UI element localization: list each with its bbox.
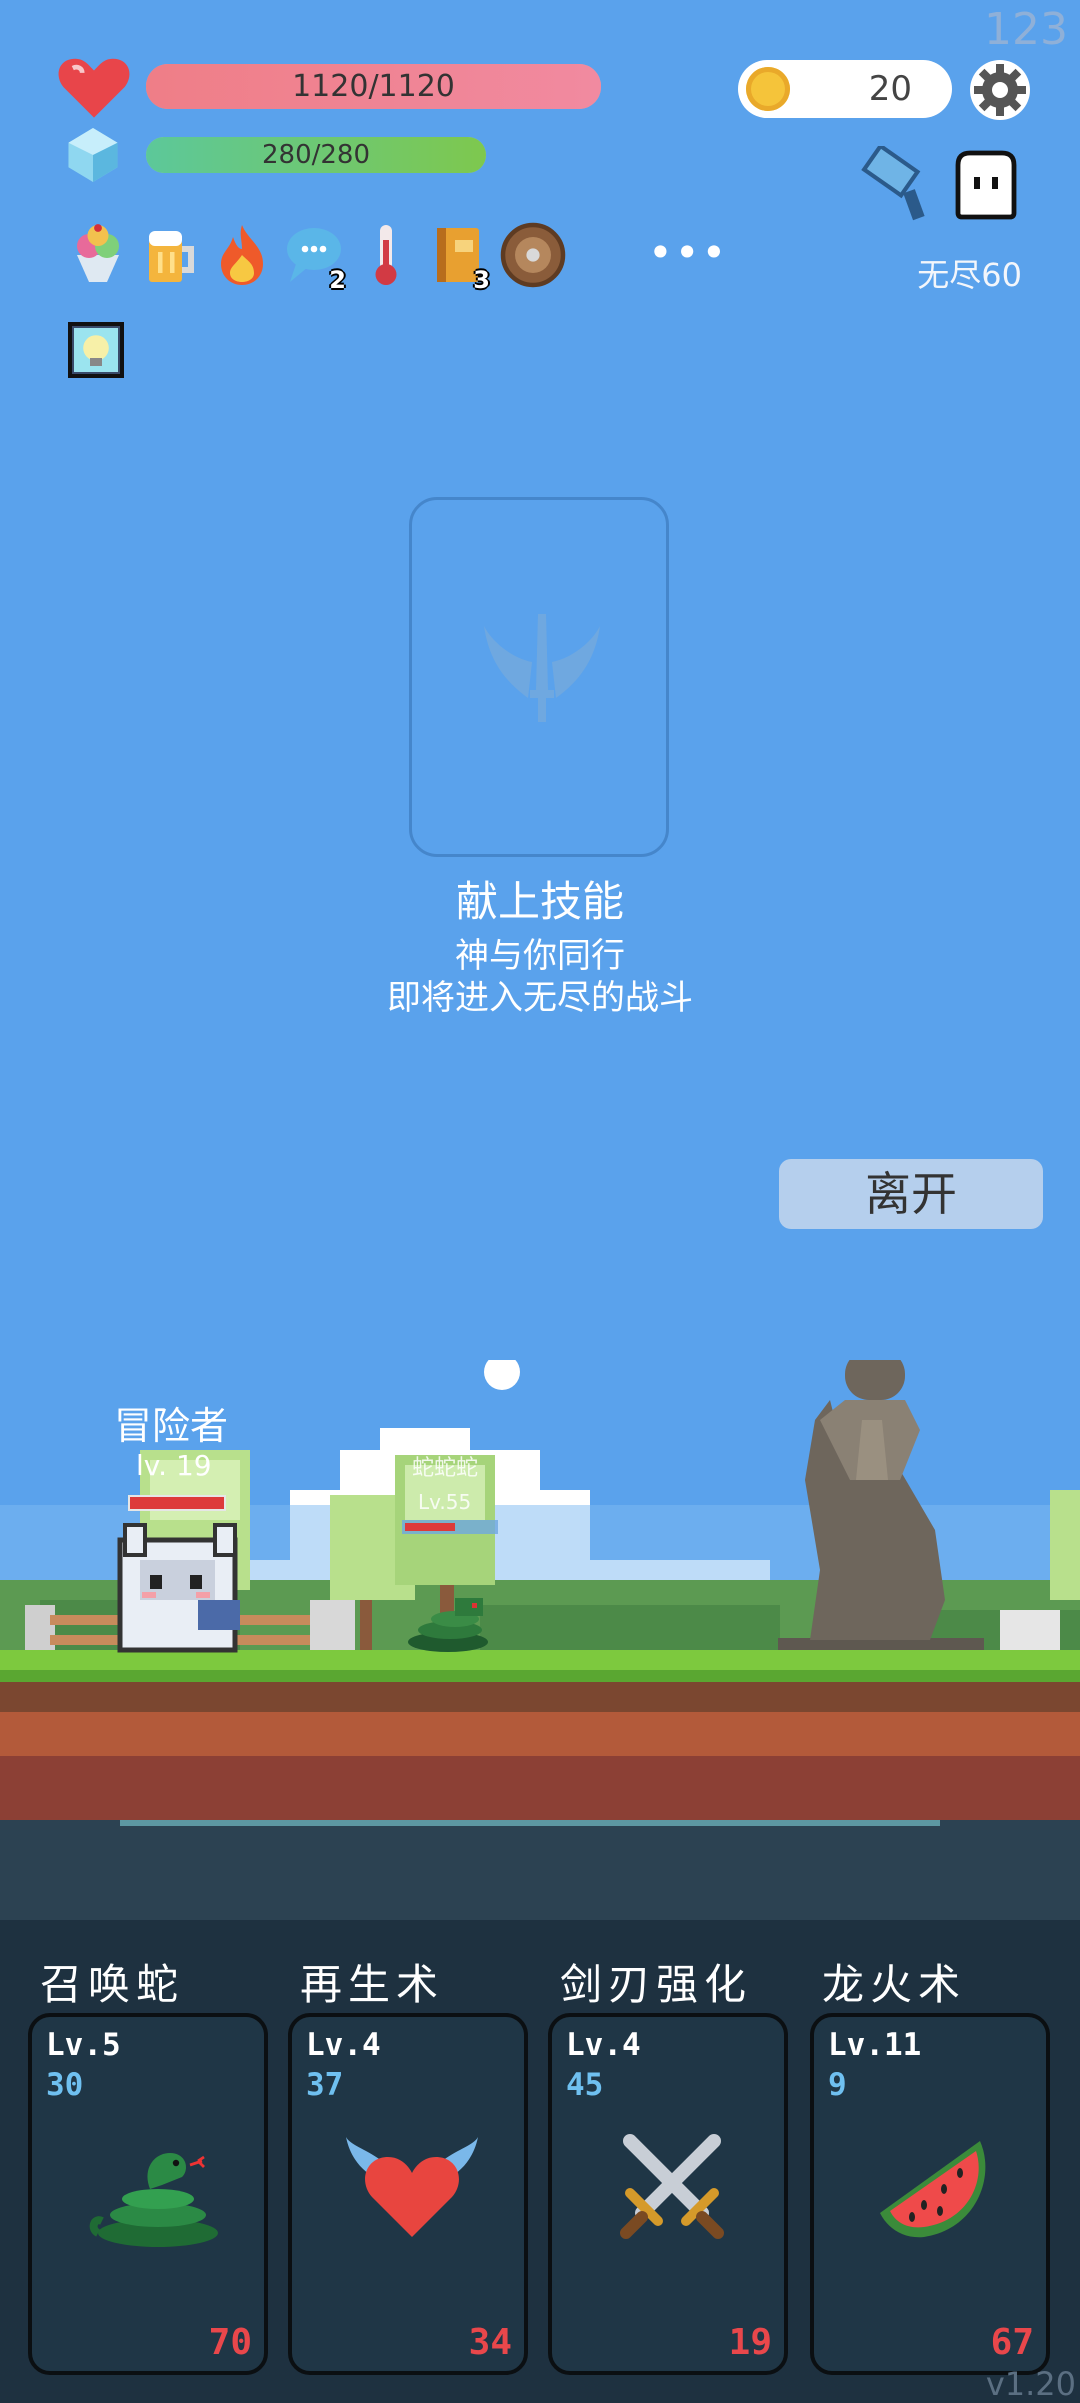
endless-mode-label: 无尽60: [917, 256, 1022, 294]
skill-name-2: 再生术: [300, 1960, 445, 2009]
buff-book[interactable]: 3: [428, 222, 490, 294]
ghost-icon[interactable]: [950, 148, 1022, 222]
hp-text: 1120/1120: [292, 69, 455, 104]
buff-thermometer[interactable]: [356, 222, 416, 288]
skill-cooldown: 30: [46, 2067, 84, 2103]
buff-speech[interactable]: 2: [284, 222, 346, 294]
skill-level: Lv.5: [46, 2027, 121, 2063]
skill-cooldown: 45: [566, 2067, 604, 2103]
skill-cooldown: 37: [306, 2067, 344, 2103]
skill-level: Lv.4: [306, 2027, 381, 2063]
skill-card-regeneration[interactable]: Lv.4 37 34: [288, 2013, 528, 2375]
crossed-swords-icon: [620, 2134, 724, 2239]
skill-offering-slot[interactable]: [409, 497, 669, 857]
skill-name-3: 剑刃强化: [560, 1960, 753, 2009]
skill-level: Lv.4: [566, 2027, 641, 2063]
shrine-line-1: 神与你同行: [455, 936, 625, 976]
skill-cost: 67: [990, 2322, 1034, 2363]
pixel-cleaver-icon[interactable]: [858, 146, 940, 224]
beer-mug-icon: [149, 231, 194, 282]
more-buffs-button[interactable]: •••: [648, 228, 728, 277]
watermelon-icon: [880, 2141, 986, 2238]
snake-icon: [89, 2153, 218, 2247]
fire-icon: [221, 225, 263, 285]
skill-cooldown: 9: [828, 2067, 847, 2103]
gold-counter: 20: [738, 60, 952, 118]
skill-cost: 19: [728, 2322, 772, 2363]
enemy-level: Lv.55: [418, 1490, 472, 1514]
gear-icon[interactable]: [968, 58, 1032, 122]
skill-name-1: 召唤蛇: [40, 1960, 185, 2009]
leave-button[interactable]: 离开: [779, 1159, 1043, 1229]
round-shield-icon: [500, 222, 566, 288]
skill-card-summon-snake[interactable]: Lv.5 30 70: [28, 2013, 268, 2375]
mp-bar: 280/280: [146, 137, 486, 173]
gold-value: 20: [868, 69, 912, 109]
skill-cost: 34: [468, 2322, 512, 2363]
ice-cream-icon: [77, 224, 119, 282]
skill-level: Lv.11: [828, 2027, 922, 2063]
skill-name-4: 龙火术: [822, 1960, 967, 2009]
buff-ice-cream[interactable]: [68, 222, 128, 288]
winged-heart-icon: [346, 2137, 478, 2237]
skill-cost: 70: [208, 2322, 252, 2363]
water-strip: [0, 1820, 1080, 1920]
shrine-line-2: 即将进入无尽的战斗: [387, 978, 693, 1018]
winged-sword-icon: [484, 614, 600, 722]
lightbulb-icon[interactable]: [68, 322, 124, 378]
buff-fire[interactable]: [212, 222, 272, 288]
hp-bar: 1120/1120: [146, 64, 601, 109]
fps-counter: 123: [984, 4, 1068, 55]
enemy-name: 蛇蛇蛇: [412, 1456, 479, 1481]
mp-text: 280/280: [261, 140, 370, 170]
coin-icon: [746, 67, 790, 111]
heart-icon: [58, 58, 130, 118]
player-level: lv. 19: [136, 1449, 212, 1482]
buff-badge: 2: [329, 266, 346, 294]
crystal-icon: [68, 128, 118, 182]
buff-shield[interactable]: [500, 222, 566, 288]
buff-badge: 3: [473, 266, 490, 294]
shrine-subtitle: 神与你同行 即将进入无尽的战斗: [0, 935, 1080, 1019]
skill-card-dragon-fire[interactable]: Lv.11 9 67: [810, 2013, 1050, 2375]
thermometer-icon: [375, 225, 397, 285]
player-name: 冒险者: [114, 1404, 229, 1448]
version-label: v1.20: [985, 2365, 1076, 2403]
shrine-title: 献上技能: [455, 877, 624, 926]
skill-card-blade-enhance[interactable]: Lv.4 45 19: [548, 2013, 788, 2375]
player-knight: [117, 1523, 240, 1653]
buff-beer[interactable]: [140, 222, 200, 288]
